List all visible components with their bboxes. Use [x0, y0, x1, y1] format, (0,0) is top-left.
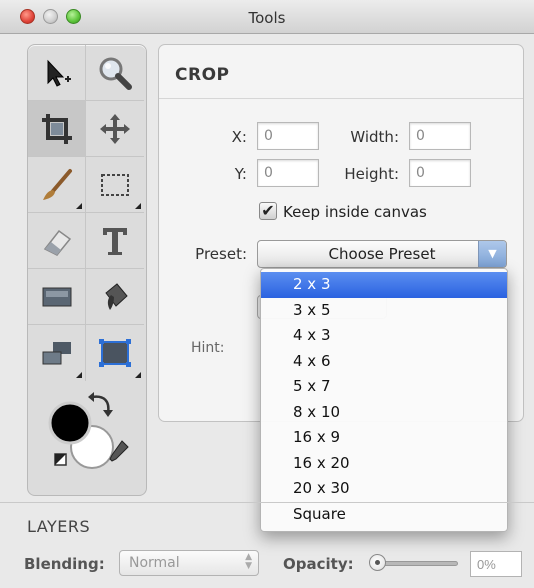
preset-option-5x7[interactable]: 5 x 7: [261, 374, 507, 400]
x-field[interactable]: [257, 122, 319, 150]
popup-arrow-icon: ▼: [478, 241, 506, 267]
submenu-indicator-icon: [135, 372, 141, 378]
tool-shape[interactable]: [28, 269, 86, 325]
preset-option-2x3[interactable]: 2 x 3: [261, 272, 507, 298]
swap-colors-icon[interactable]: [88, 392, 113, 417]
tool-eraser[interactable]: [28, 213, 86, 269]
preset-option-4x3[interactable]: 4 x 3: [261, 323, 507, 349]
preset-option-8x10[interactable]: 8 x 10: [261, 400, 507, 426]
blending-value: Normal: [129, 555, 180, 571]
crop-header: CROP: [159, 45, 523, 99]
opacity-label: Opacity:: [283, 555, 354, 573]
tool-text[interactable]: [86, 213, 144, 269]
eraser-icon: [43, 229, 71, 256]
magnifier-icon: [99, 57, 132, 90]
title-bar: Tools: [0, 0, 534, 34]
checkmark-icon: ✔: [261, 201, 275, 220]
tool-marquee[interactable]: [86, 157, 144, 213]
preset-option-16x20[interactable]: 16 x 20: [261, 451, 507, 477]
pointer-plus-icon: [47, 59, 71, 87]
text-t-icon: [103, 227, 127, 255]
preset-option-square[interactable]: Square: [261, 502, 507, 528]
panel-title: CROP: [175, 65, 230, 85]
rectangle-icon: [42, 287, 71, 306]
width-field[interactable]: [409, 122, 471, 150]
dashed-rectangle-icon: [101, 173, 129, 196]
select-arrows-icon: ▲ ▼: [245, 552, 252, 571]
tool-palette: [27, 44, 147, 496]
keep-inside-label: Keep inside canvas: [283, 203, 427, 221]
preset-label: Preset:: [195, 245, 247, 263]
default-colors-icon[interactable]: [54, 453, 67, 466]
tool-fill[interactable]: [86, 269, 144, 325]
tool-brush[interactable]: [28, 157, 86, 213]
tool-transform[interactable]: [86, 325, 144, 381]
blending-select[interactable]: Normal ▲ ▼: [119, 550, 259, 576]
x-label: X:: [231, 128, 247, 146]
tool-crop[interactable]: [28, 101, 86, 157]
preset-popup-button[interactable]: Choose Preset ▼: [257, 240, 507, 268]
submenu-indicator-icon: [135, 203, 141, 209]
move-arrows-icon: [100, 113, 130, 144]
tool-select[interactable]: [28, 45, 86, 101]
width-label: Width:: [350, 128, 399, 146]
layers-title: LAYERS: [27, 517, 91, 536]
window-title: Tools: [248, 9, 286, 27]
crop-icon: [41, 113, 72, 144]
transform-rect-icon: [99, 339, 131, 367]
preset-option-4x6[interactable]: 4 x 6: [261, 349, 507, 375]
brush-icon: [42, 168, 72, 200]
height-label: Height:: [344, 165, 399, 183]
submenu-indicator-icon: [76, 372, 82, 378]
preset-option-16x9[interactable]: 16 x 9: [261, 425, 507, 451]
preset-button-label: Choose Preset: [328, 245, 436, 263]
height-field[interactable]: [409, 159, 471, 187]
color-well: [30, 383, 146, 493]
keep-inside-checkbox[interactable]: ✔: [259, 202, 277, 220]
hint-label: Hint:: [191, 340, 225, 356]
stacked-rects-icon: [42, 342, 71, 365]
tool-move[interactable]: [86, 101, 144, 157]
preset-option-3x5[interactable]: 3 x 5: [261, 298, 507, 324]
foreground-color-swatch[interactable]: [48, 401, 92, 445]
blending-label: Blending:: [24, 555, 105, 573]
paint-bucket-icon: [105, 282, 128, 310]
preset-menu: 2 x 3 3 x 5 4 x 3 4 x 6 5 x 7 8 x 10 16 …: [260, 268, 508, 532]
opacity-slider-knob[interactable]: [369, 554, 386, 571]
tool-layer[interactable]: [28, 325, 86, 381]
submenu-indicator-icon: [76, 203, 82, 209]
y-label: Y:: [234, 165, 247, 183]
opacity-field[interactable]: [470, 551, 522, 577]
tool-zoom[interactable]: [86, 45, 144, 101]
y-field[interactable]: [257, 159, 319, 187]
layers-divider: [0, 502, 534, 503]
opacity-slider-track[interactable]: [376, 561, 458, 566]
preset-option-20x30[interactable]: 20 x 30: [261, 476, 507, 502]
